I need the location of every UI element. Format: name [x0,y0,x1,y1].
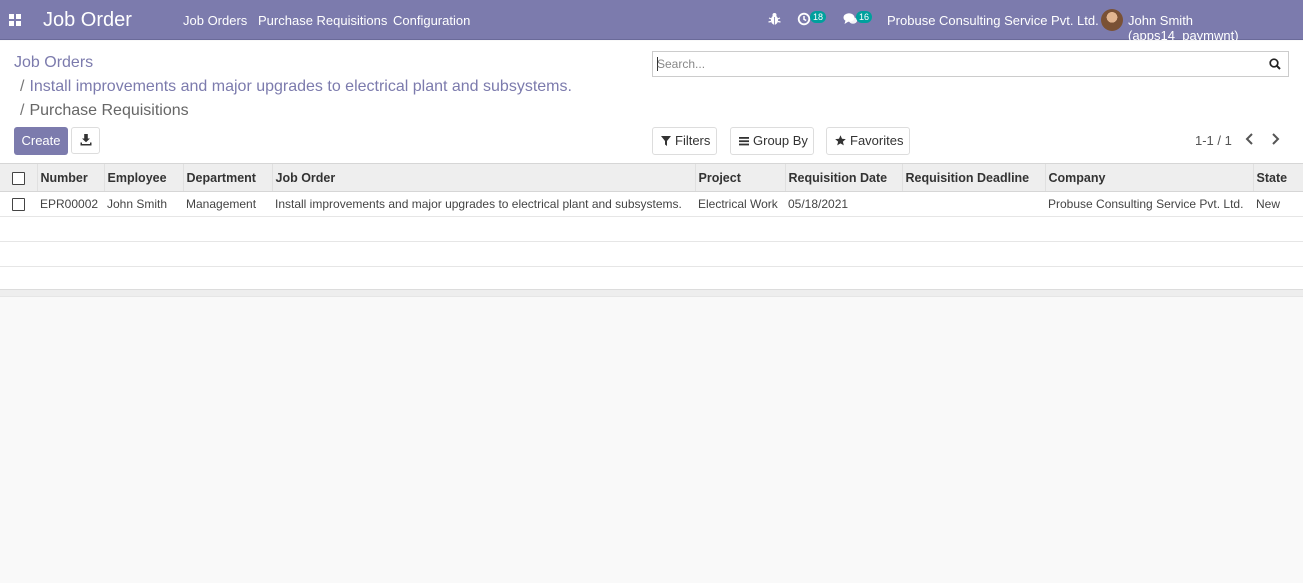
activity-badge: 18 [810,11,827,23]
column-header-department[interactable]: Department [182,164,272,192]
control-panel: Job Orders / Install improvements and maj… [0,41,1303,163]
cell-state: New [1253,191,1303,217]
empty-row [0,216,1303,242]
app-title: Job Order [43,9,132,31]
search-icon[interactable] [1269,58,1281,73]
bug-icon[interactable] [768,12,781,29]
company-switcher[interactable]: Probuse Consulting Service Pvt. Ltd. [887,13,1099,28]
search-input[interactable] [657,55,1257,73]
column-header-job-order[interactable]: Job Order [271,164,695,192]
filter-icon [661,136,671,146]
cell-job-order: Install improvements and major upgrades … [272,191,695,217]
menu-purchase-requisitions[interactable]: Purchase Requisitions [258,13,387,28]
favorites-button[interactable]: Favorites [826,127,910,155]
column-header-requisition-deadline[interactable]: Requisition Deadline [901,164,1045,192]
group-by-button[interactable]: Group By [730,127,814,155]
cell-number: EPR00002 [37,191,104,217]
breadcrumb-current: / Purchase Requisitions [20,102,189,119]
messages-badge: 16 [856,11,873,23]
user-avatar[interactable] [1101,9,1123,31]
cell-company: Probuse Consulting Service Pvt. Ltd. [1045,191,1253,217]
export-button[interactable] [71,127,100,154]
column-header-requisition-date[interactable]: Requisition Date [784,164,902,192]
download-icon [80,134,92,146]
activity-clock-icon[interactable] [797,12,811,29]
breadcrumb-job-orders[interactable]: Job Orders [14,54,93,72]
table-header-row: Number Employee Department Job Order Pro… [0,164,1303,192]
column-header-state[interactable]: State [1252,164,1303,192]
create-button[interactable]: Create [14,127,68,155]
requisitions-table: Number Employee Department Job Order Pro… [0,164,1303,291]
cell-department: Management [183,191,272,217]
pager-previous-icon[interactable] [1245,133,1255,148]
table-footer [0,289,1303,297]
cell-employee: John Smith [104,191,183,217]
cell-project: Electrical Work [695,191,785,217]
list-view: Number Employee Department Job Order Pro… [0,163,1303,296]
empty-row [0,241,1303,267]
list-icon [739,137,749,146]
menu-configuration[interactable]: Configuration [393,13,470,28]
pager-value[interactable]: 1-1 / 1 [1195,133,1232,148]
pager-next-icon[interactable] [1270,133,1280,148]
column-header-employee[interactable]: Employee [103,164,183,192]
user-menu[interactable]: John Smith (apps14_paymwnt) [1128,13,1303,43]
filters-button[interactable]: Filters [652,127,717,155]
row-checkbox[interactable] [0,191,37,217]
column-header-project[interactable]: Project [694,164,785,192]
select-all-checkbox[interactable] [0,164,37,192]
menu-job-orders[interactable]: Job Orders [183,13,247,28]
table-row[interactable]: EPR00002 John Smith Management Install i… [0,191,1303,217]
apps-menu-icon[interactable] [9,14,21,26]
column-header-company[interactable]: Company [1044,164,1253,192]
top-navbar: Job Order Job Orders Purchase Requisitio… [0,0,1303,43]
cell-requisition-deadline [902,191,1045,217]
cell-requisition-date: 05/18/2021 [785,191,902,217]
empty-row [0,267,1303,292]
search-box[interactable] [652,51,1289,77]
star-icon [835,135,846,146]
breadcrumb-job-order-record[interactable]: / Install improvements and major upgrades… [20,78,572,96]
column-header-number[interactable]: Number [36,164,104,192]
